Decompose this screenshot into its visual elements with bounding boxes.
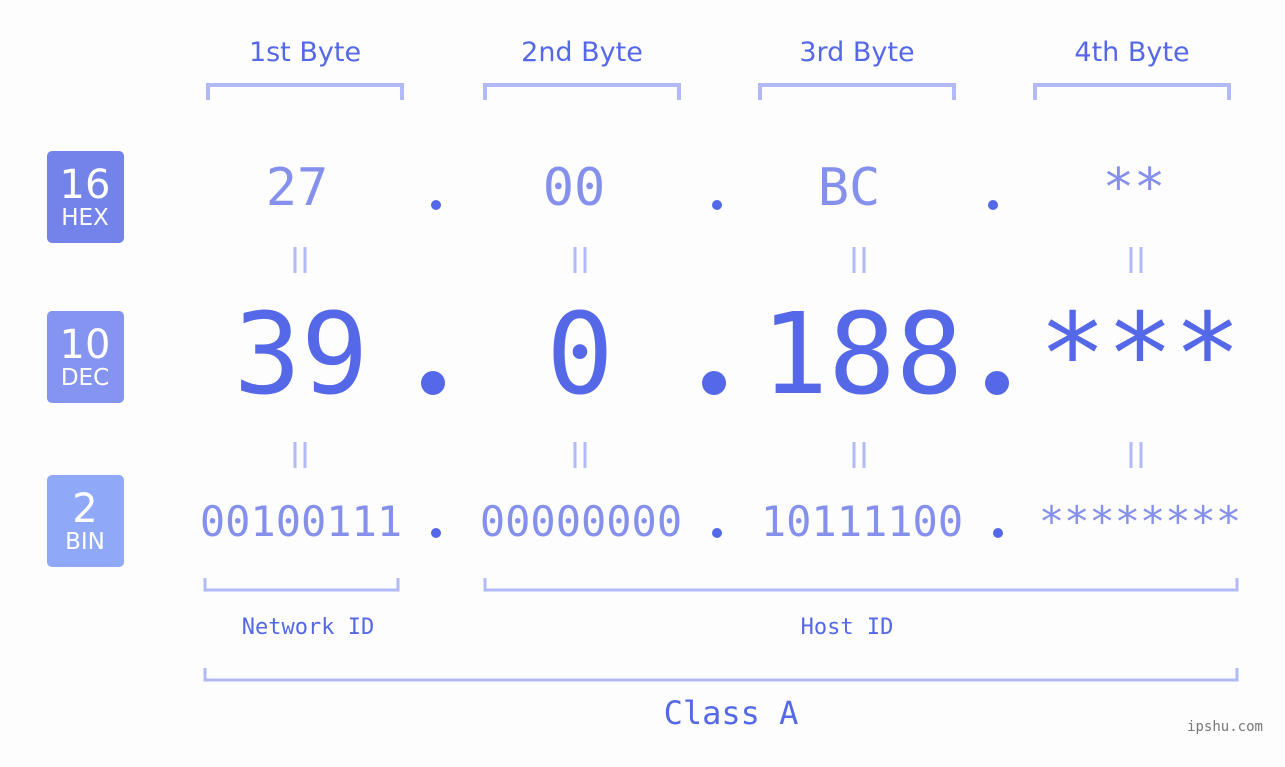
bin-separator-dot: [993, 528, 1003, 538]
host-id-label: Host ID: [801, 615, 894, 640]
bin-value-2: 00000000: [480, 497, 682, 546]
equals-icon: [293, 247, 307, 273]
dec-value-4: ***: [1039, 290, 1241, 420]
dec-badge: 10DEC: [47, 311, 124, 403]
equals-icon: [293, 442, 307, 468]
hex-badge-number: 16: [60, 162, 111, 208]
equals-icon: [1129, 247, 1143, 273]
dec-separator-dot: [702, 371, 726, 395]
byte-header-4: 4th Byte: [1074, 37, 1189, 68]
hex-badge: 16HEX: [47, 151, 124, 243]
byte-bracket-4: [1033, 83, 1231, 100]
bin-value-4: ********: [1039, 497, 1241, 546]
byte-bracket-3: [758, 83, 956, 100]
class-label: Class A: [664, 694, 799, 732]
dec-separator-dot: [985, 371, 1009, 395]
byte-bracket-1: [206, 83, 404, 100]
bin-badge-label: BIN: [65, 529, 105, 555]
network-id-bracket: [203, 578, 400, 592]
bin-badge: 2BIN: [47, 475, 124, 567]
host-id-bracket: [483, 578, 1239, 592]
dec-value-1: 39: [234, 290, 369, 420]
bin-value-3: 10111100: [761, 497, 963, 546]
byte-header-3: 3rd Byte: [799, 37, 914, 68]
watermark: ipshu.com: [1187, 719, 1263, 735]
equals-icon: [1129, 442, 1143, 468]
dec-value-3: 188: [761, 290, 963, 420]
hex-value-1: 27: [266, 158, 329, 218]
ip-diagram: 1st Byte 2nd Byte 3rd Byte 4th Byte 16HEX 10…: [47, 37, 1263, 735]
equals-icon: [573, 442, 587, 468]
hex-value-3: BC: [818, 158, 881, 218]
byte-header-1: 1st Byte: [249, 37, 361, 68]
byte-header-2: 2nd Byte: [521, 37, 643, 68]
dec-value-2: 0: [546, 290, 613, 420]
byte-bracket-2: [483, 83, 681, 100]
bin-badge-number: 2: [72, 486, 97, 532]
equals-icon: [852, 247, 866, 273]
hex-separator-dot: [431, 200, 441, 210]
dec-separator-dot: [421, 371, 445, 395]
network-id-label: Network ID: [242, 615, 374, 640]
equals-icon: [852, 442, 866, 468]
hex-value-4: **: [1103, 158, 1166, 218]
bin-value-1: 00100111: [200, 497, 402, 546]
hex-badge-label: HEX: [61, 205, 109, 231]
hex-value-2: 00: [543, 158, 606, 218]
hex-separator-dot: [988, 200, 998, 210]
bin-separator-dot: [431, 528, 441, 538]
dec-badge-label: DEC: [61, 365, 109, 391]
class-bracket: [203, 668, 1239, 682]
hex-separator-dot: [712, 200, 722, 210]
bin-separator-dot: [712, 528, 722, 538]
equals-icon: [573, 247, 587, 273]
dec-badge-number: 10: [60, 322, 111, 368]
